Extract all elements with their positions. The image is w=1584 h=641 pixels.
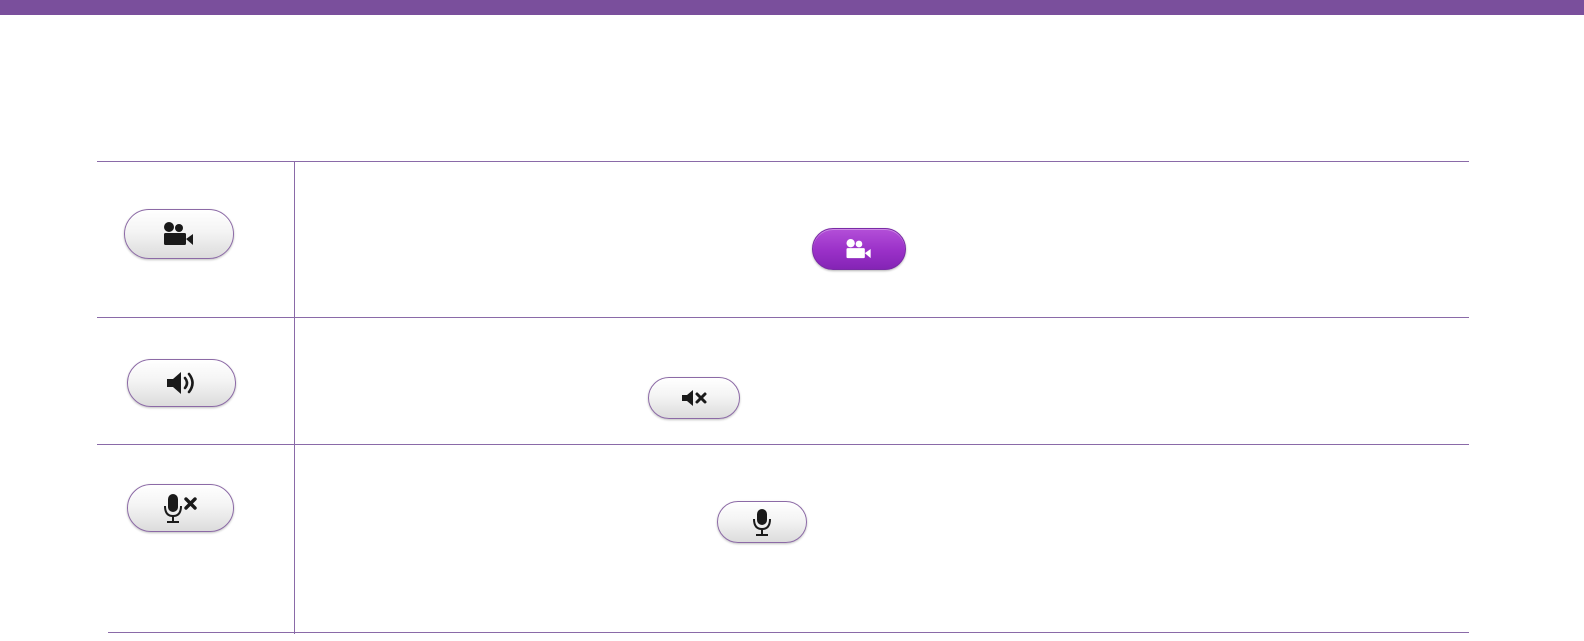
microphone-muted-icon <box>161 492 201 524</box>
video-camera-icon <box>844 238 874 260</box>
speaker-mute-button[interactable] <box>648 377 740 419</box>
table-column-divider <box>294 161 295 634</box>
table-row-divider <box>97 444 1469 445</box>
video-camera-button[interactable] <box>124 209 234 259</box>
speaker-volume-icon <box>164 369 200 397</box>
microphone-muted-button[interactable] <box>127 484 234 532</box>
microphone-button[interactable] <box>717 501 807 543</box>
speaker-button[interactable] <box>127 359 236 407</box>
video-camera-button-active[interactable] <box>812 228 906 270</box>
video-camera-icon <box>161 221 197 247</box>
page <box>0 0 1584 641</box>
table-border-bottom <box>108 632 1469 633</box>
table-border-top <box>97 161 1469 162</box>
microphone-icon <box>752 507 772 537</box>
speaker-mute-icon <box>678 386 710 410</box>
header-bar <box>0 0 1584 15</box>
table-row-divider <box>97 317 1469 318</box>
